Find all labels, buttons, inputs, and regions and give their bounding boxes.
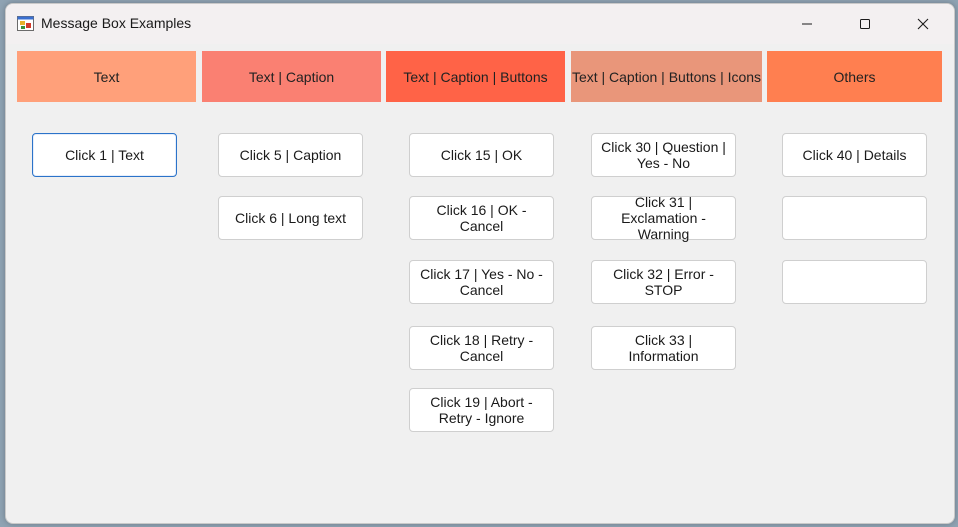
click-17-yes-no-cancel-button[interactable]: Click 17 | Yes - No - Cancel <box>409 260 554 304</box>
minimize-button[interactable] <box>784 4 830 44</box>
empty-button-2[interactable] <box>782 260 927 304</box>
category-text-caption-buttons: Text | Caption | Buttons <box>386 51 565 102</box>
maximize-icon <box>860 19 870 29</box>
category-others: Others <box>767 51 942 102</box>
category-text-caption: Text | Caption <box>202 51 381 102</box>
click-40-details-button[interactable]: Click 40 | Details <box>782 133 927 177</box>
click-15-ok-button[interactable]: Click 15 | OK <box>409 133 554 177</box>
app-icon <box>17 16 34 31</box>
category-text-caption-buttons-icons: Text | Caption | Buttons | Icons <box>571 51 762 102</box>
click-1-text-button[interactable]: Click 1 | Text <box>32 133 177 177</box>
title-bar[interactable]: Message Box Examples <box>6 4 954 44</box>
message-box-examples-window: Message Box Examples Text Text | Caption… <box>5 3 955 524</box>
click-19-abort-retry-ignore-button[interactable]: Click 19 | Abort - Retry - Ignore <box>409 388 554 432</box>
click-16-ok-cancel-button[interactable]: Click 16 | OK - Cancel <box>409 196 554 240</box>
category-text: Text <box>17 51 196 102</box>
maximize-button[interactable] <box>842 4 888 44</box>
close-icon <box>917 18 929 30</box>
click-32-error-stop-button[interactable]: Click 32 | Error - STOP <box>591 260 736 304</box>
window-title: Message Box Examples <box>41 15 192 31</box>
click-30-question-button[interactable]: Click 30 | Question | Yes - No <box>591 133 736 177</box>
empty-button-1[interactable] <box>782 196 927 240</box>
click-5-caption-button[interactable]: Click 5 | Caption <box>218 133 363 177</box>
close-button[interactable] <box>900 4 946 44</box>
click-31-exclamation-button[interactable]: Click 31 | Exclamation - Warning <box>591 194 736 242</box>
minimize-icon <box>802 23 812 25</box>
click-33-information-button[interactable]: Click 33 | Information <box>591 326 736 370</box>
click-6-long-text-button[interactable]: Click 6 | Long text <box>218 196 363 240</box>
click-18-retry-cancel-button[interactable]: Click 18 | Retry - Cancel <box>409 326 554 370</box>
